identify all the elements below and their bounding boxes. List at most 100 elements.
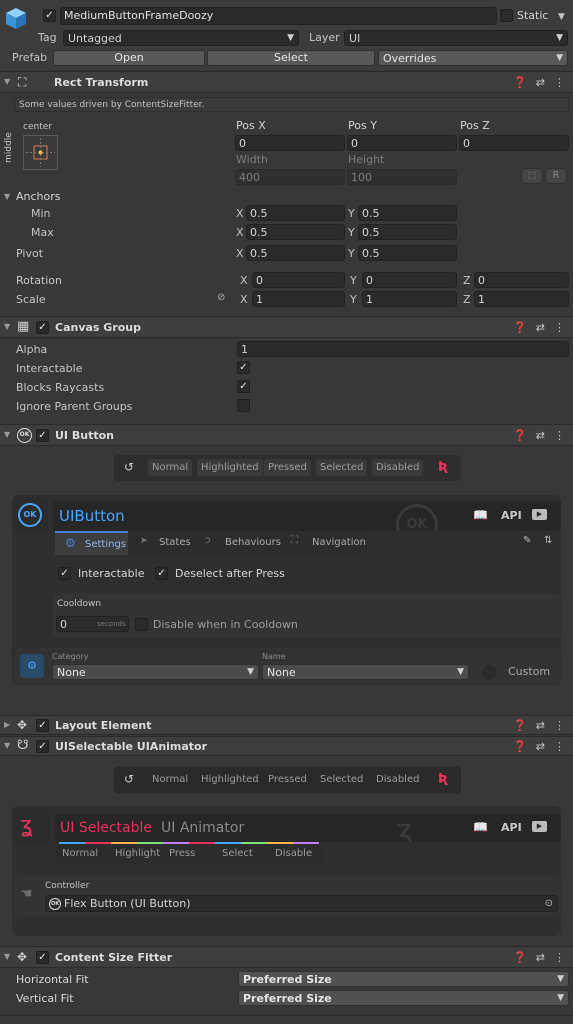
disable-when-cooldown-checkbox[interactable] [135,618,148,631]
layer-dropdown[interactable]: UI ▼ [344,30,568,46]
presets-icon[interactable]: ⇄ [536,719,545,732]
cooldown-field[interactable]: 0 seconds [56,616,129,632]
state-pressed[interactable]: Pressed [264,459,311,476]
height-field[interactable]: 100 [347,169,457,185]
canvas-group-header[interactable]: ▼ ▦ ✓ Canvas Group ❓ ⇄ ⋮ [0,316,573,338]
youtube-icon[interactable]: ▶ [532,821,547,832]
object-picker-icon[interactable]: ⊙ [545,896,553,911]
more-menu-icon[interactable]: ⋮ [554,740,565,753]
anim-state-pressed[interactable]: Pressed [264,771,311,788]
help-icon[interactable]: ❓ [513,321,527,334]
sort-icon[interactable]: ⇅ [544,535,552,546]
pos-x-field[interactable]: 0 [235,135,345,151]
scale-y-field[interactable]: 1 [362,291,457,307]
help-icon[interactable]: ❓ [513,429,527,442]
more-menu-icon[interactable]: ⋮ [554,429,565,442]
anchor-preset-button[interactable] [23,135,58,170]
name-dropdown[interactable]: None ▼ [262,664,469,680]
manual-book-icon[interactable]: 📖 [473,820,488,834]
interactable-checkbox[interactable]: ✓ [237,361,250,374]
category-dropdown[interactable]: None ▼ [52,664,259,680]
tab-navigation[interactable]: ⛶ Navigation [281,531,367,555]
api-link[interactable]: API [501,509,522,523]
tag-dropdown[interactable]: Untagged ▼ [63,30,299,46]
anim-tab-highlight[interactable]: Highlight [115,847,160,861]
pivot-y-field[interactable]: 0.5 [358,245,457,261]
foldout-arrow-icon[interactable]: ▼ [4,322,10,331]
tab-states[interactable]: ➤ States [130,531,193,555]
foldout-arrow-icon[interactable]: ▶ [4,720,10,729]
pivot-x-field[interactable]: 0.5 [246,245,345,261]
rect-transform-header[interactable]: ▼ ⛶ Rect Transform ❓ ⇄ ⋮ [0,71,573,93]
youtube-icon[interactable]: ▶ [532,509,547,520]
edit-icon[interactable]: ✎ [523,535,531,546]
state-normal[interactable]: Normal [148,459,193,476]
blocks-raycasts-checkbox[interactable]: ✓ [237,380,250,393]
prefab-overrides-dropdown[interactable]: Overrides ▼ [378,50,568,66]
vertical-fit-dropdown[interactable]: Preferred Size ▼ [238,990,569,1006]
layout-element-enabled-checkbox[interactable]: ✓ [36,719,49,732]
ui-selectable-animator-enabled-checkbox[interactable]: ✓ [36,740,49,753]
uibutton-interactable-checkbox[interactable]: ✓ [58,567,71,580]
anchor-max-y-field[interactable]: 0.5 [358,224,457,240]
width-field[interactable]: 400 [235,169,345,185]
gameobject-name-field[interactable]: MediumButtonFrameDoozy [60,7,497,25]
pos-z-field[interactable]: 0 [459,135,569,151]
presets-icon[interactable]: ⇄ [536,951,545,964]
manual-book-icon[interactable]: 📖 [473,508,488,522]
anchor-min-y-field[interactable]: 0.5 [358,205,457,221]
ui-selectable-animator-header[interactable]: ▼ ☋ ✓ UISelectable UIAnimator ❓ ⇄ ⋮ [0,736,573,756]
ignore-parent-groups-checkbox[interactable] [237,399,250,412]
foldout-arrow-icon[interactable]: ▼ [4,741,10,750]
custom-toggle[interactable] [482,665,497,680]
anim-tab-normal[interactable]: Normal [62,847,98,861]
help-icon[interactable]: ❓ [513,740,527,753]
foldout-arrow-icon[interactable]: ▼ [4,77,10,86]
anchors-foldout-icon[interactable]: ▼ [4,192,10,201]
anim-state-selected[interactable]: Selected [316,771,367,788]
deselect-after-press-checkbox[interactable]: ✓ [155,567,168,580]
animator-api-link[interactable]: API [501,821,522,835]
blueprint-mode-button[interactable]: ⬚ [521,168,543,184]
tab-behaviours[interactable]: ↄ Behaviours [195,531,281,555]
foldout-arrow-icon[interactable]: ▼ [4,952,10,961]
rotation-y-field[interactable]: 0 [362,272,457,288]
controller-object-field[interactable]: OK Flex Button (UI Button) ⊙ [45,895,558,912]
prefab-open-button[interactable]: Open [53,50,205,66]
active-checkbox[interactable]: ✓ [43,9,56,22]
more-menu-icon[interactable]: ⋮ [554,321,565,334]
anim-tab-press[interactable]: Press [169,847,195,861]
alpha-field[interactable]: 1 [237,341,569,357]
rotation-z-field[interactable]: 0 [474,272,569,288]
horizontal-fit-dropdown[interactable]: Preferred Size ▼ [238,971,569,987]
anim-state-disabled[interactable]: Disabled [372,771,423,788]
state-highlighted[interactable]: Highlighted [197,459,263,476]
anchor-min-x-field[interactable]: 0.5 [246,205,345,221]
rotation-x-field[interactable]: 0 [252,272,345,288]
presets-icon[interactable]: ⇄ [536,321,545,334]
presets-icon[interactable]: ⇄ [536,740,545,753]
anim-tab-select[interactable]: Select [222,847,253,861]
tab-settings[interactable]: ⚙ Settings [55,531,128,555]
more-menu-icon[interactable]: ⋮ [554,951,565,964]
reset-state-icon[interactable]: ↺ [120,459,138,476]
content-size-fitter-header[interactable]: ▼ ✥ ✓ Content Size Fitter ❓ ⇄ ⋮ [0,946,573,968]
state-selected[interactable]: Selected [316,459,368,476]
anim-tab-disable[interactable]: Disable [275,847,312,861]
anim-state-normal[interactable]: Normal [148,771,192,788]
more-menu-icon[interactable]: ⋮ [554,719,565,732]
anim-state-highlighted[interactable]: Highlighted [197,771,263,788]
canvas-group-enabled-checkbox[interactable]: ✓ [36,321,49,334]
foldout-arrow-icon[interactable]: ▼ [4,430,10,439]
prefab-select-button[interactable]: Select [207,50,375,66]
reset-state-icon[interactable]: ↺ [120,771,138,788]
ui-button-header[interactable]: ▼ OK ✓ UI Button ❓ ⇄ ⋮ [0,424,573,446]
help-icon[interactable]: ❓ [513,951,527,964]
anchor-max-x-field[interactable]: 0.5 [246,224,345,240]
help-icon[interactable]: ❓ [513,719,527,732]
state-disabled[interactable]: Disabled [372,459,424,476]
scale-z-field[interactable]: 1 [474,291,569,307]
presets-icon[interactable]: ⇄ [536,429,545,442]
static-dropdown-arrow[interactable]: ▼ [558,10,565,24]
scale-x-field[interactable]: 1 [252,291,345,307]
